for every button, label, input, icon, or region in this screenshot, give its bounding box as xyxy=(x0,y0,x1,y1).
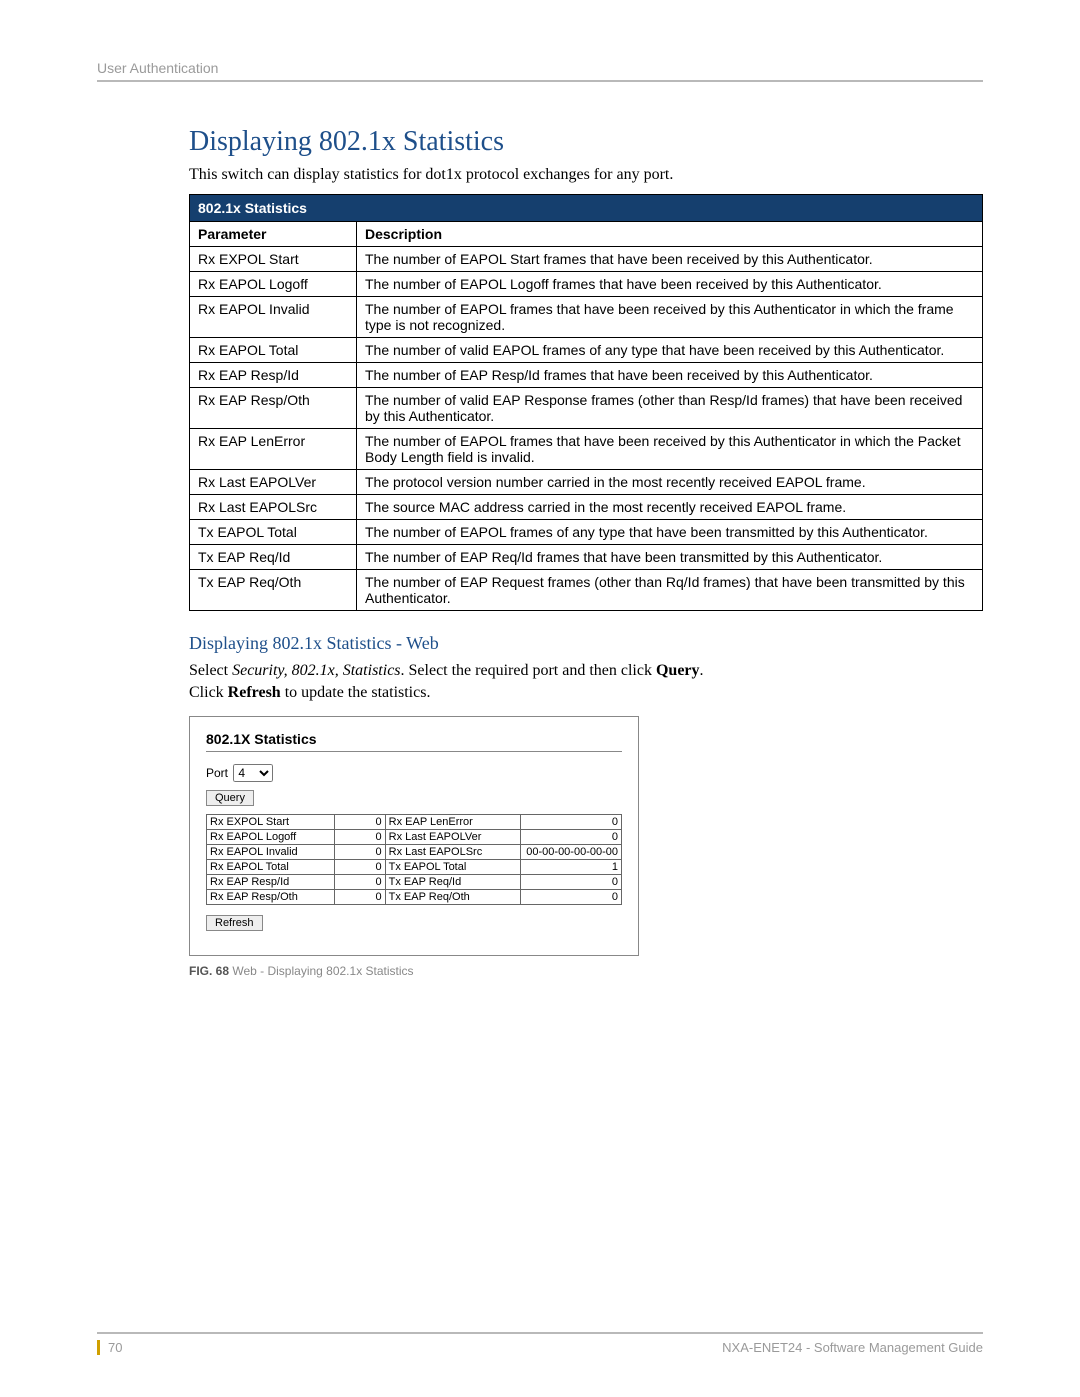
description-cell: The number of EAP Resp/Id frames that ha… xyxy=(357,363,983,388)
table-row: Rx EAP LenErrorThe number of EAPOL frame… xyxy=(190,429,983,470)
figure-rule xyxy=(206,751,622,752)
stats-row: Rx EAP Resp/Id0Tx EAP Req/Id0 xyxy=(207,875,622,890)
stat-value: 0 xyxy=(521,890,622,905)
parameter-cell: Rx EAPOL Invalid xyxy=(190,297,357,338)
table-row: Rx Last EAPOLVerThe protocol version num… xyxy=(190,470,983,495)
description-cell: The number of EAP Request frames (other … xyxy=(357,570,983,611)
doc-title: NXA-ENET24 - Software Management Guide xyxy=(722,1340,983,1355)
table-row: Rx EAP Resp/IdThe number of EAP Resp/Id … xyxy=(190,363,983,388)
stat-name: Tx EAP Req/Oth xyxy=(385,890,520,905)
table-row: Tx EAPOL TotalThe number of EAPOL frames… xyxy=(190,520,983,545)
parameter-cell: Rx EXPOL Start xyxy=(190,247,357,272)
stat-value: 0 xyxy=(521,830,622,845)
parameter-cell: Rx Last EAPOLSrc xyxy=(190,495,357,520)
stat-name: Rx Last EAPOLSrc xyxy=(385,845,520,860)
figure-panel: 802.1X Statistics Port 4 Query Rx EXPOL … xyxy=(189,716,639,956)
parameter-cell: Tx EAP Req/Id xyxy=(190,545,357,570)
port-label: Port xyxy=(206,766,228,780)
parameter-cell: Rx Last EAPOLVer xyxy=(190,470,357,495)
page-number: 70 xyxy=(97,1340,122,1355)
stat-name: Rx EAPOL Logoff xyxy=(207,830,335,845)
table-row: Tx EAP Req/IdThe number of EAP Req/Id fr… xyxy=(190,545,983,570)
intro-text: This switch can display statistics for d… xyxy=(189,166,983,184)
parameter-cell: Rx EAP LenError xyxy=(190,429,357,470)
stats-row: Rx EAP Resp/Oth0Tx EAP Req/Oth0 xyxy=(207,890,622,905)
parameter-cell: Rx EAP Resp/Id xyxy=(190,363,357,388)
stat-name: Rx EXPOL Start xyxy=(207,815,335,830)
description-cell: The number of EAPOL Logoff frames that h… xyxy=(357,272,983,297)
stat-value: 0 xyxy=(521,875,622,890)
stat-name: Rx EAP Resp/Id xyxy=(207,875,335,890)
description-cell: The source MAC address carried in the mo… xyxy=(357,495,983,520)
stat-value: 0 xyxy=(334,830,385,845)
figure-title: 802.1X Statistics xyxy=(206,731,622,747)
table-row: Rx EXPOL StartThe number of EAPOL Start … xyxy=(190,247,983,272)
subheading: Displaying 802.1x Statistics - Web xyxy=(189,633,983,654)
parameter-cell: Rx EAP Resp/Oth xyxy=(190,388,357,429)
parameter-cell: Rx EAPOL Logoff xyxy=(190,272,357,297)
page-title: Displaying 802.1x Statistics xyxy=(189,126,983,158)
description-cell: The number of valid EAP Response frames … xyxy=(357,388,983,429)
stat-name: Rx EAP LenError xyxy=(385,815,520,830)
description-cell: The number of EAPOL Start frames that ha… xyxy=(357,247,983,272)
description-cell: The number of valid EAPOL frames of any … xyxy=(357,338,983,363)
stat-name: Rx Last EAPOLVer xyxy=(385,830,520,845)
stat-value: 00-00-00-00-00-00 xyxy=(521,845,622,860)
figure-stats-table: Rx EXPOL Start0Rx EAP LenError0Rx EAPOL … xyxy=(206,814,622,905)
description-cell: The number of EAP Req/Id frames that hav… xyxy=(357,545,983,570)
figure-caption: FIG. 68 Web - Displaying 802.1x Statisti… xyxy=(189,964,983,978)
stat-value: 1 xyxy=(521,860,622,875)
stats-row: Rx EXPOL Start0Rx EAP LenError0 xyxy=(207,815,622,830)
col-parameter: Parameter xyxy=(190,222,357,247)
stats-row: Rx EAPOL Invalid0Rx Last EAPOLSrc00-00-0… xyxy=(207,845,622,860)
step-1: Select Security, 802.1x, Statistics. Sel… xyxy=(189,662,983,680)
stat-value: 0 xyxy=(334,875,385,890)
step-2: Click Refresh to update the statistics. xyxy=(189,684,983,702)
col-description: Description xyxy=(357,222,983,247)
stats-row: Rx EAPOL Total0Tx EAPOL Total1 xyxy=(207,860,622,875)
table-row: Rx EAP Resp/OthThe number of valid EAP R… xyxy=(190,388,983,429)
stat-value: 0 xyxy=(334,845,385,860)
stat-value: 0 xyxy=(334,815,385,830)
table-row: Rx Last EAPOLSrcThe source MAC address c… xyxy=(190,495,983,520)
stat-value: 0 xyxy=(521,815,622,830)
header-rule xyxy=(97,80,983,82)
table-row: Rx EAPOL LogoffThe number of EAPOL Logof… xyxy=(190,272,983,297)
statistics-table: Parameter Description Rx EXPOL StartThe … xyxy=(189,221,983,611)
table-title-bar: 802.1x Statistics xyxy=(189,194,983,221)
description-cell: The protocol version number carried in t… xyxy=(357,470,983,495)
stat-name: Rx EAPOL Invalid xyxy=(207,845,335,860)
table-row: Tx EAP Req/OthThe number of EAP Request … xyxy=(190,570,983,611)
port-select[interactable]: 4 xyxy=(233,764,273,782)
stat-name: Rx EAP Resp/Oth xyxy=(207,890,335,905)
parameter-cell: Tx EAP Req/Oth xyxy=(190,570,357,611)
stat-value: 0 xyxy=(334,860,385,875)
table-row: Rx EAPOL InvalidThe number of EAPOL fram… xyxy=(190,297,983,338)
stat-name: Tx EAPOL Total xyxy=(385,860,520,875)
footer-rule xyxy=(97,1332,983,1334)
parameter-cell: Tx EAPOL Total xyxy=(190,520,357,545)
refresh-button[interactable]: Refresh xyxy=(206,915,263,931)
header-section: User Authentication xyxy=(97,60,983,76)
parameter-cell: Rx EAPOL Total xyxy=(190,338,357,363)
stat-name: Rx EAPOL Total xyxy=(207,860,335,875)
description-cell: The number of EAPOL frames that have bee… xyxy=(357,297,983,338)
description-cell: The number of EAPOL frames of any type t… xyxy=(357,520,983,545)
table-row: Rx EAPOL TotalThe number of valid EAPOL … xyxy=(190,338,983,363)
stats-row: Rx EAPOL Logoff0Rx Last EAPOLVer0 xyxy=(207,830,622,845)
description-cell: The number of EAPOL frames that have bee… xyxy=(357,429,983,470)
stat-name: Tx EAP Req/Id xyxy=(385,875,520,890)
stat-value: 0 xyxy=(334,890,385,905)
query-button[interactable]: Query xyxy=(206,790,254,806)
